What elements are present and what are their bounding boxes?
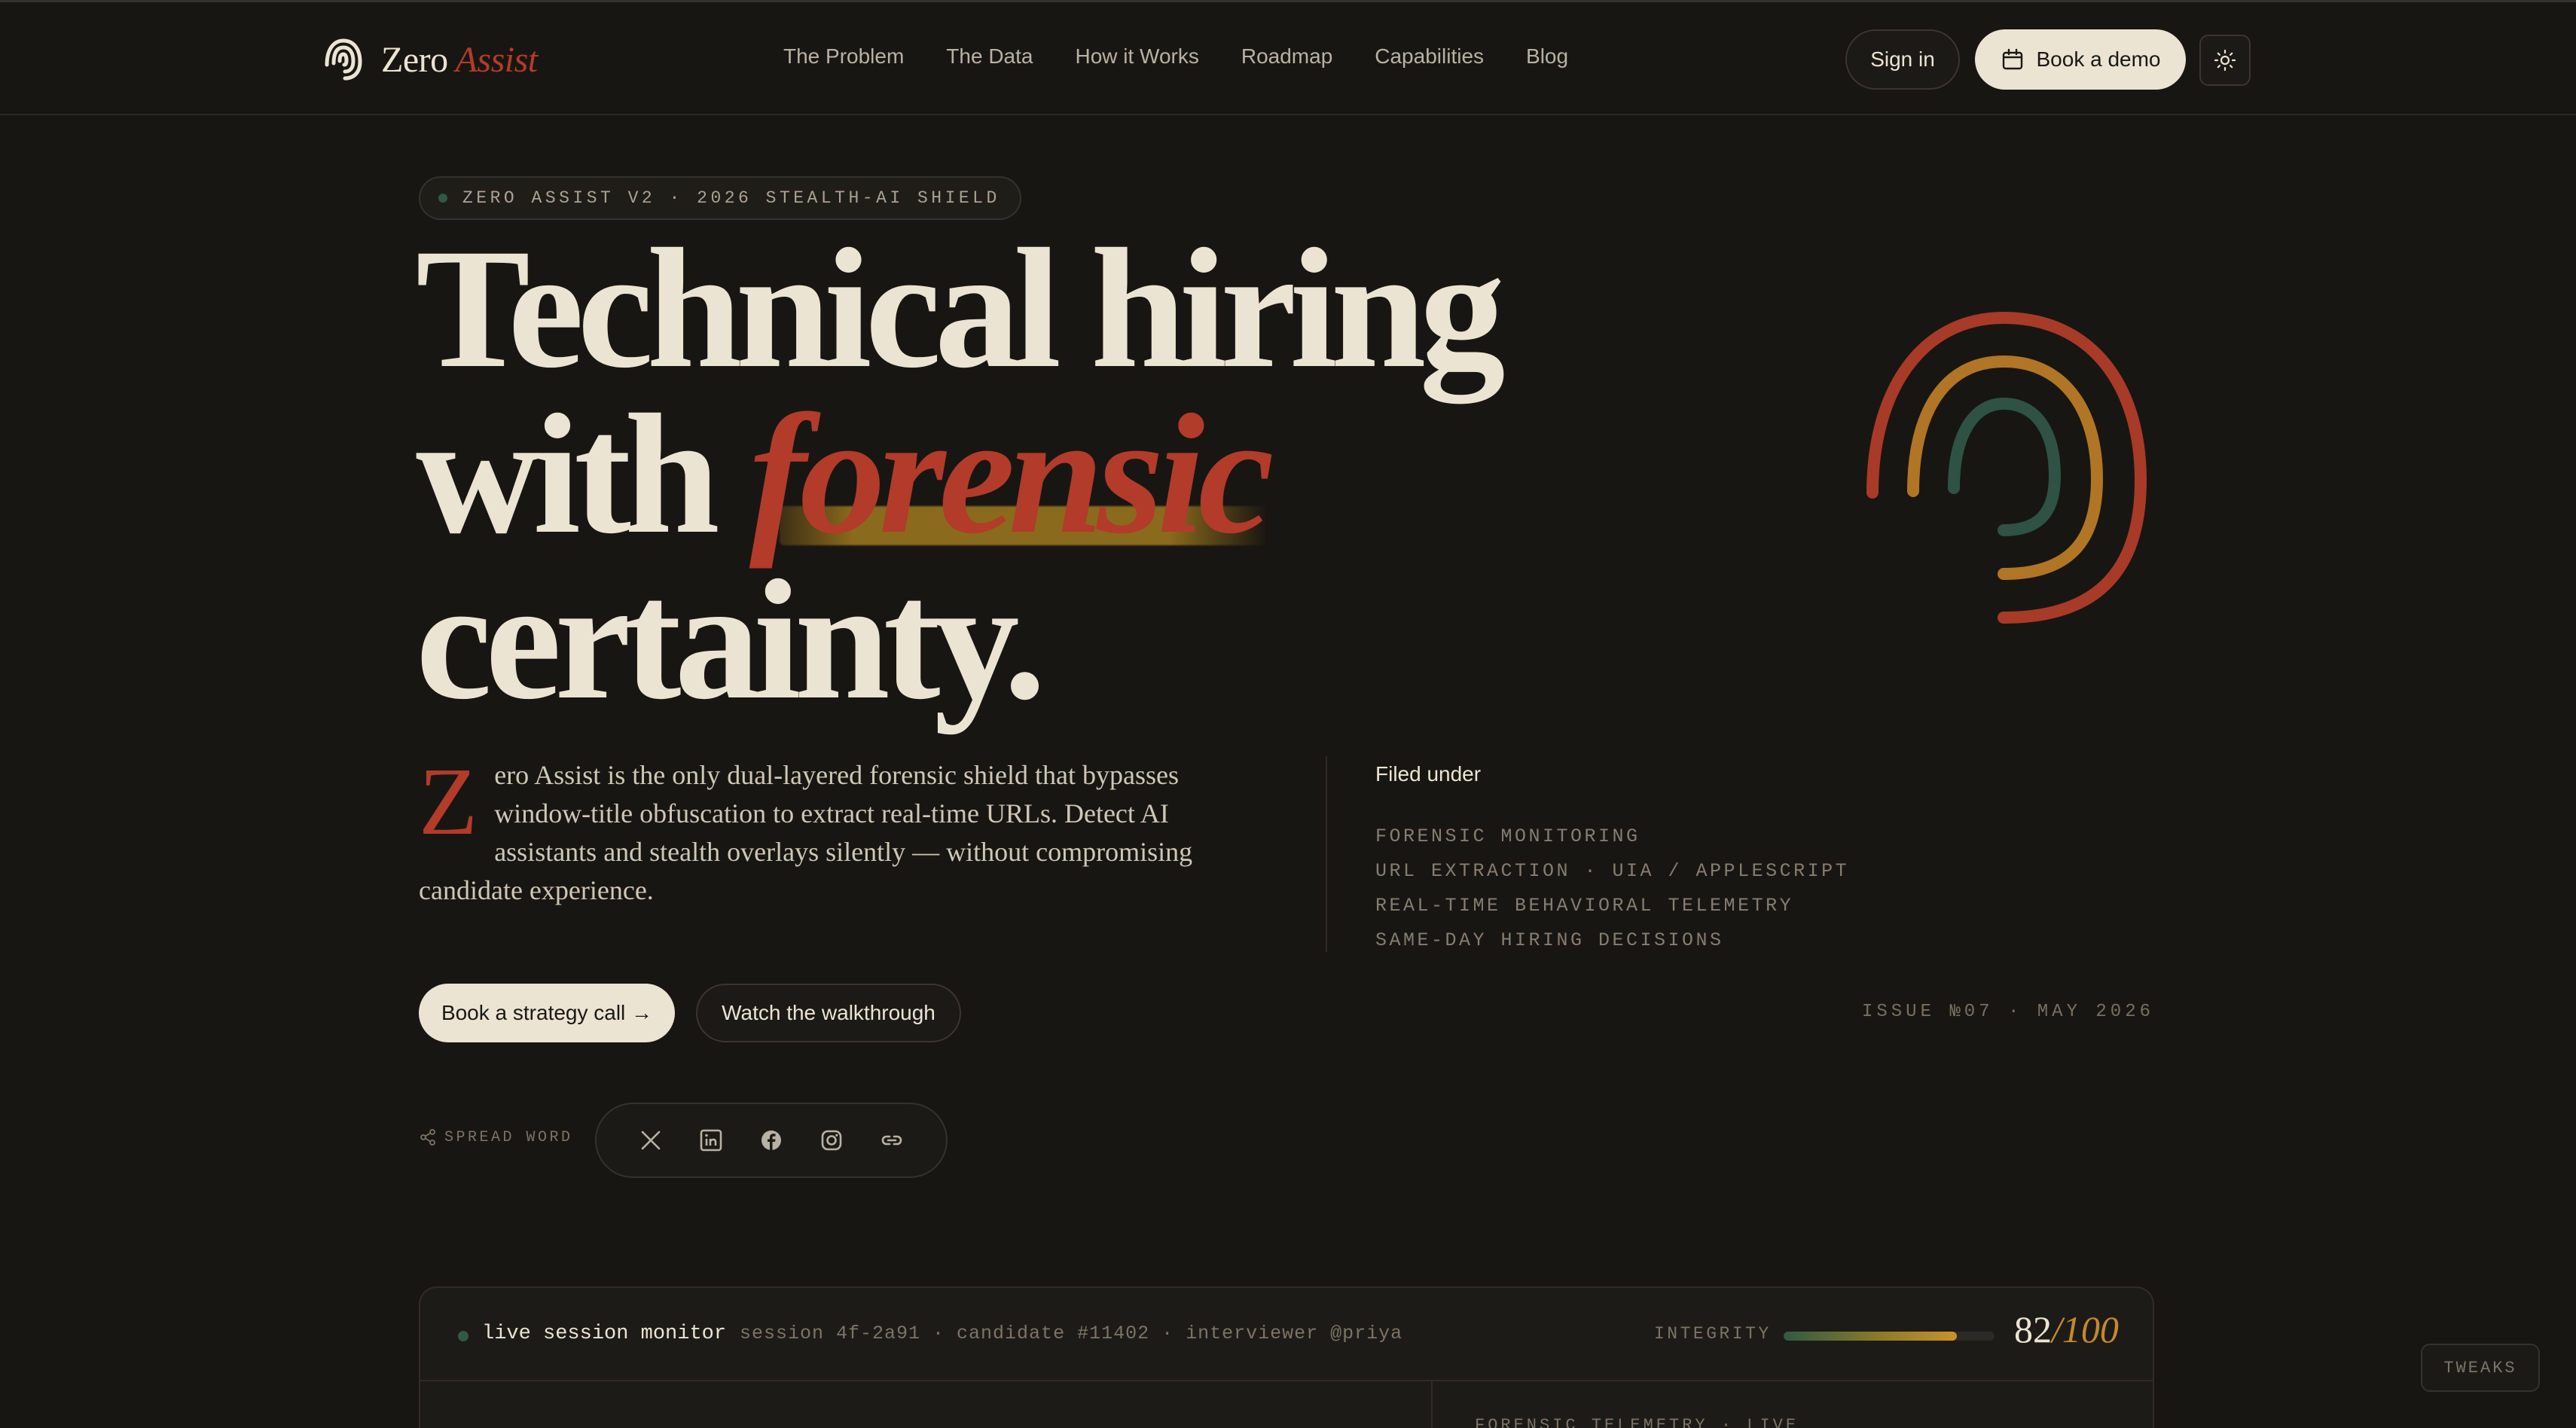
headline-accent-wrap: forensic bbox=[749, 389, 1274, 560]
linkedin-icon[interactable] bbox=[697, 1127, 725, 1154]
nav-link-capabilities[interactable]: Capabilities bbox=[1375, 44, 1484, 69]
fingerprint-arc-icon bbox=[1866, 311, 2147, 624]
brand-name: Zero bbox=[381, 39, 448, 80]
spread-word-label: SPREAD WORD bbox=[444, 1128, 573, 1146]
issue-label: ISSUE №07 · MAY 2026 bbox=[1861, 1002, 2154, 1022]
status-dot bbox=[438, 194, 447, 203]
filed-under-title: Filed under bbox=[1375, 762, 1482, 786]
headline-line-3: certainty. bbox=[416, 545, 1046, 735]
integrity-bar-fill bbox=[1784, 1332, 1957, 1341]
fingerprint-logo-icon bbox=[325, 38, 362, 81]
brand[interactable]: Zero Assist bbox=[322, 35, 538, 84]
drop-cap: Z bbox=[419, 748, 478, 855]
sign-in-button[interactable]: Sign in bbox=[1845, 29, 1960, 90]
book-strategy-call-button[interactable]: Book a strategy call → bbox=[419, 984, 675, 1042]
x-icon[interactable] bbox=[637, 1127, 664, 1154]
filed-under-list: FORENSIC MONITORING URL EXTRACTION · UIA… bbox=[1375, 819, 1849, 958]
share-icon bbox=[420, 1129, 435, 1146]
facebook-icon[interactable] bbox=[758, 1127, 785, 1154]
integrity-bar bbox=[1784, 1332, 1995, 1341]
telemetry-label: FORENSIC TELEMETRY · LIVE bbox=[1475, 1416, 1799, 1428]
monitor-header: live session monitor session 4f-2a91 · c… bbox=[420, 1288, 2153, 1381]
lede-text: ero Assist is the only dual-layered fore… bbox=[419, 760, 1193, 905]
filed-item: URL EXTRACTION · UIA / APPLESCRIPT bbox=[1375, 860, 1850, 882]
top-nav: Zero Assist The Problem The Data How it W… bbox=[0, 2, 2576, 115]
integrity-score-denominator: /100 bbox=[2052, 1308, 2119, 1350]
spread-word: SPREAD WORD bbox=[419, 1128, 573, 1146]
integrity-score: 82/100 bbox=[2014, 1307, 2119, 1351]
filed-item: REAL-TIME BEHAVIORAL TELEMETRY bbox=[1375, 895, 1794, 917]
column-divider bbox=[1326, 756, 1327, 952]
calendar-icon bbox=[2002, 48, 2022, 70]
nav-link-the-problem[interactable]: The Problem bbox=[783, 44, 904, 69]
live-dot bbox=[458, 1331, 469, 1341]
headline-with: with bbox=[416, 380, 720, 569]
headline-accent: forensic bbox=[749, 380, 1274, 569]
integrity-score-value: 82 bbox=[2014, 1308, 2052, 1350]
monitor-divider bbox=[1431, 1381, 1433, 1428]
social-share-bar bbox=[595, 1103, 948, 1178]
filed-item: FORENSIC MONITORING bbox=[1375, 825, 1641, 847]
book-demo-label: Book a demo bbox=[2036, 47, 2161, 71]
theme-toggle-button[interactable] bbox=[2199, 35, 2251, 86]
version-pill-text: ZERO ASSIST V2 · 2026 STEALTH-AI SHIELD bbox=[462, 188, 1000, 208]
live-session-monitor: live session monitor session 4f-2a91 · c… bbox=[419, 1286, 2154, 1428]
book-demo-button[interactable]: Book a demo bbox=[1975, 29, 2186, 90]
nav-link-how-it-works[interactable]: How it Works bbox=[1075, 44, 1198, 69]
link-icon[interactable] bbox=[878, 1127, 905, 1154]
nav-link-the-data[interactable]: The Data bbox=[946, 44, 1033, 69]
hero-headline: Technical hiring with forensic certainty… bbox=[416, 214, 1546, 735]
filed-item: SAME-DAY HIRING DECISIONS bbox=[1375, 929, 1724, 951]
monitor-title: live session monitor bbox=[482, 1323, 727, 1345]
nav-link-blog[interactable]: Blog bbox=[1526, 44, 1568, 69]
tweaks-button[interactable]: TWEAKS bbox=[2421, 1344, 2540, 1392]
hero-lede: Zero Assist is the only dual-layered for… bbox=[419, 748, 1255, 910]
watch-walkthrough-button[interactable]: Watch the walkthrough bbox=[696, 984, 961, 1042]
nav-link-roadmap[interactable]: Roadmap bbox=[1241, 44, 1332, 69]
integrity-label: INTEGRITY bbox=[1654, 1324, 1772, 1344]
sun-icon bbox=[2214, 49, 2236, 72]
instagram-icon[interactable] bbox=[818, 1127, 845, 1154]
headline-line-2: with forensic bbox=[416, 389, 1546, 560]
nav-links: The Problem The Data How it Works Roadma… bbox=[783, 44, 1568, 69]
brand-accent: Assist bbox=[455, 39, 539, 80]
headline-line-1: Technical hiring bbox=[416, 214, 1506, 404]
session-meta: session 4f-2a91 · candidate #11402 · int… bbox=[740, 1323, 1403, 1344]
brand-wordmark: Zero Assist bbox=[381, 39, 538, 81]
